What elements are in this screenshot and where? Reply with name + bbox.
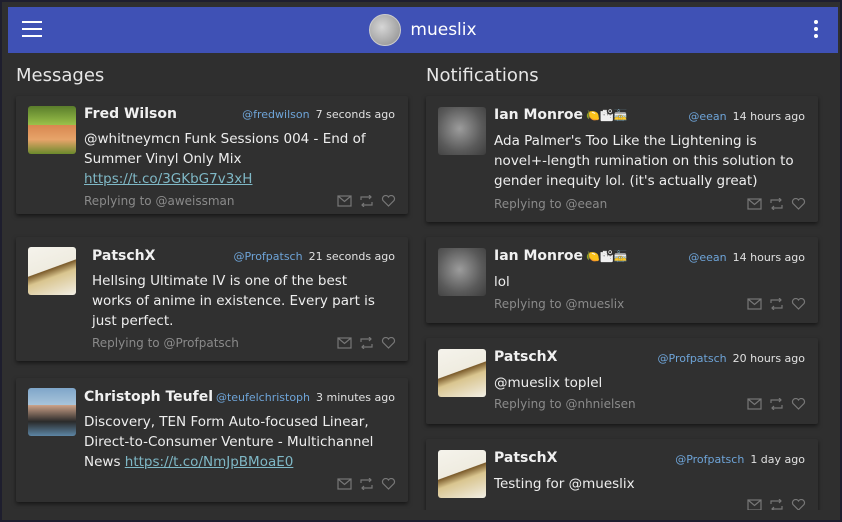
user-avatar[interactable] (369, 14, 402, 46)
avatar[interactable] (438, 450, 486, 498)
retweet-icon[interactable] (359, 195, 374, 207)
messages-column: Messages Fred Wilson @fredwilson 7 second… (8, 54, 414, 502)
timestamp: 1 day ago (750, 453, 805, 466)
reply-context: Replying to @Profpatsch (92, 336, 239, 350)
author-handle[interactable]: @Profpatsch (675, 453, 744, 466)
author-name-text: Ian Monroe (494, 107, 584, 123)
mail-icon[interactable] (337, 478, 352, 490)
message-text: @whitneymcn Funk Sessions 004 - End of S… (84, 129, 384, 189)
notification-text: Testing for @mueslix (494, 476, 635, 492)
heart-icon[interactable] (791, 398, 806, 410)
message-card[interactable]: Christoph Teufel @teufelchristoph 3 minut… (16, 378, 408, 502)
timestamp: 14 hours ago (732, 110, 805, 123)
retweet-icon[interactable] (359, 337, 374, 349)
mail-icon[interactable] (747, 298, 762, 310)
notification-text: Ada Palmer's Too Like the Lightening is … (494, 133, 794, 189)
notification-card[interactable]: Ian Monroe 🍋🏙🚋 @eean 14 hours ago lol Repl… (426, 237, 818, 323)
app-window: mueslix Messages Fred Wilson @fredwilson… (0, 0, 842, 522)
mail-icon[interactable] (747, 198, 762, 210)
message-text: Discovery, TEN Form Auto-focused Linear,… (84, 412, 384, 472)
message-link[interactable]: https://t.co/NmJpBMoaE0 (125, 454, 294, 470)
notification-card[interactable]: PatschX @Profpatsch 1 day ago Testing for… (426, 439, 818, 510)
message-card[interactable]: Fred Wilson @fredwilson 7 seconds ago @wh… (16, 96, 408, 214)
heart-icon[interactable] (791, 499, 806, 510)
mail-icon[interactable] (747, 499, 762, 510)
heart-icon[interactable] (381, 478, 396, 490)
avatar[interactable] (28, 106, 76, 154)
message-text: Hellsing Ultimate IV is one of the best … (92, 273, 375, 329)
notifications-column: Notifications Ian Monroe 🍋🏙🚋 @eean 14 hour… (418, 54, 838, 510)
heart-icon[interactable] (791, 198, 806, 210)
reply-context: Replying to @nhnielsen (494, 397, 636, 411)
timestamp: 14 hours ago (732, 251, 805, 264)
heart-icon[interactable] (791, 298, 806, 310)
avatar[interactable] (438, 107, 486, 155)
retweet-icon[interactable] (359, 478, 374, 490)
notification-text: lol (494, 274, 510, 290)
mail-icon[interactable] (337, 337, 352, 349)
name-emoji: 🍋🏙🚋 (586, 109, 628, 122)
mail-icon[interactable] (747, 398, 762, 410)
author-handle[interactable]: @Profpatsch (658, 352, 727, 365)
avatar[interactable] (28, 247, 76, 295)
heart-icon[interactable] (381, 195, 396, 207)
avatar[interactable] (438, 349, 486, 397)
timestamp: 3 minutes ago (316, 391, 395, 404)
name-emoji: 🍋🏙🚋 (586, 250, 628, 263)
author-handle[interactable]: @Profpatsch (233, 250, 302, 263)
menu-icon[interactable] (22, 21, 42, 39)
author-name[interactable]: Fred Wilson (84, 106, 177, 122)
messages-title: Messages (16, 65, 105, 86)
timestamp: 20 hours ago (732, 352, 805, 365)
more-vert-icon[interactable] (813, 20, 819, 40)
author-handle[interactable]: @eean (688, 110, 726, 123)
avatar[interactable] (28, 388, 76, 436)
avatar[interactable] (438, 248, 486, 296)
retweet-icon[interactable] (769, 499, 784, 510)
reply-context: Replying to @mueslix (494, 297, 625, 311)
notifications-title: Notifications (426, 65, 539, 86)
author-name[interactable]: Ian Monroe 🍋🏙🚋 (494, 107, 627, 123)
author-name[interactable]: Ian Monroe 🍋🏙🚋 (494, 248, 627, 264)
message-body: @whitneymcn Funk Sessions 004 - End of S… (84, 131, 366, 167)
author-name[interactable]: Christoph Teufel (84, 389, 213, 405)
reply-context: Replying to @aweissman (84, 194, 235, 208)
mail-icon[interactable] (337, 195, 352, 207)
top-app-bar: mueslix (8, 7, 838, 53)
retweet-icon[interactable] (769, 298, 784, 310)
username: mueslix (410, 20, 477, 40)
author-handle[interactable]: @eean (688, 251, 726, 264)
heart-icon[interactable] (381, 337, 396, 349)
notification-card[interactable]: Ian Monroe 🍋🏙🚋 @eean 14 hours ago Ada Palm… (426, 96, 818, 222)
message-link[interactable]: https://t.co/3GKbG7v3xH (84, 171, 252, 187)
author-name[interactable]: PatschX (494, 349, 557, 365)
retweet-icon[interactable] (769, 198, 784, 210)
author-name-text: Ian Monroe (494, 248, 584, 264)
timestamp: 7 seconds ago (315, 108, 395, 121)
author-name[interactable]: PatschX (494, 450, 557, 466)
author-handle[interactable]: @fredwilson (242, 108, 309, 121)
timestamp: 21 seconds ago (308, 250, 395, 263)
notification-text: @mueslix toplel (494, 375, 603, 391)
author-handle[interactable]: @teufelchristoph (216, 391, 310, 404)
notification-card[interactable]: PatschX @Profpatsch 20 hours ago @mueslix… (426, 338, 818, 424)
reply-context: Replying to @eean (494, 197, 608, 211)
retweet-icon[interactable] (769, 398, 784, 410)
author-name[interactable]: PatschX (92, 248, 155, 264)
message-card[interactable]: PatschX @Profpatsch 21 seconds ago Hellsi… (16, 237, 408, 361)
